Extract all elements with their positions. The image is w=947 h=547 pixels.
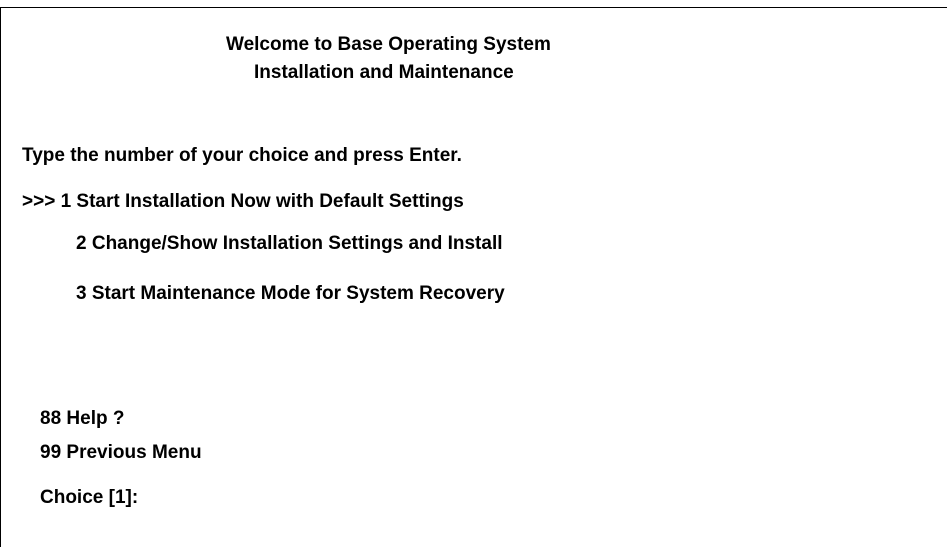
console-frame bbox=[0, 7, 947, 547]
title-line-2: Installation and Maintenance bbox=[254, 62, 514, 83]
menu-option-3-label: 3 Start Maintenance Mode for System Reco… bbox=[76, 283, 505, 304]
menu-option-3[interactable]: 3 Start Maintenance Mode for System Reco… bbox=[76, 282, 505, 306]
choice-prompt[interactable]: Choice [1]: bbox=[40, 486, 138, 510]
selection-marker: >>> bbox=[22, 191, 61, 212]
help-option[interactable]: 88 Help ? bbox=[40, 407, 124, 431]
menu-option-2-label: 2 Change/Show Installation Settings and … bbox=[76, 233, 503, 254]
instruction-text: Type the number of your choice and press… bbox=[22, 145, 462, 166]
menu-option-2[interactable]: 2 Change/Show Installation Settings and … bbox=[76, 232, 503, 256]
menu-option-1[interactable]: >>> 1 Start Installation Now with Defaul… bbox=[22, 190, 464, 214]
previous-menu-option[interactable]: 99 Previous Menu bbox=[40, 441, 202, 465]
menu-option-1-label: 1 Start Installation Now with Default Se… bbox=[60, 191, 464, 212]
title-line-1: Welcome to Base Operating System bbox=[226, 34, 551, 55]
